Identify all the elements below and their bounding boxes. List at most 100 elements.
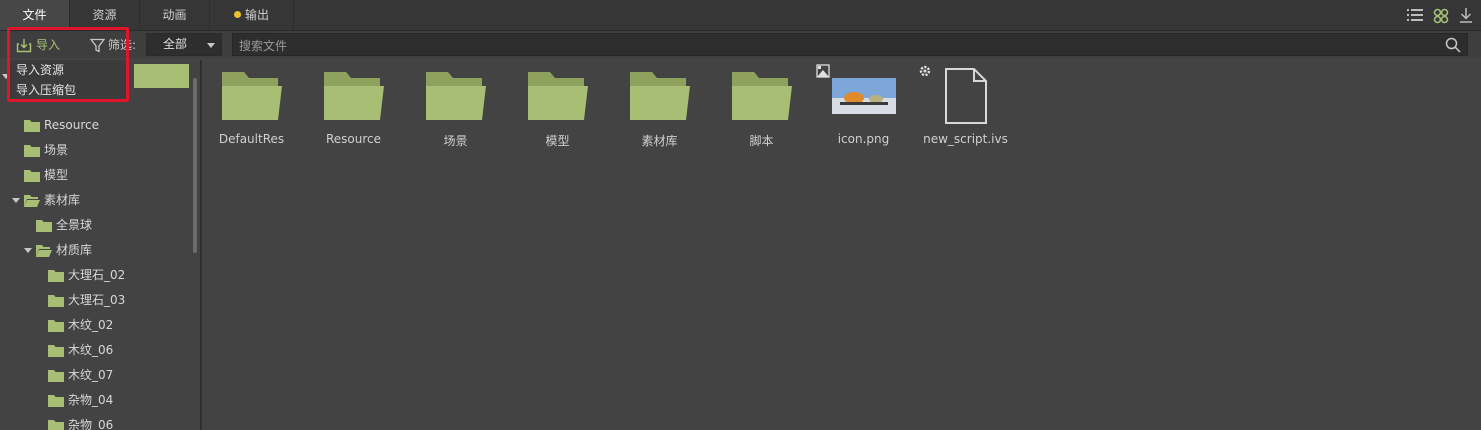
asset-folder[interactable]: DefaultRes <box>204 66 299 156</box>
tree-selected-row[interactable] <box>134 64 189 88</box>
download-icon[interactable] <box>1459 8 1473 24</box>
chevron-down-icon <box>207 43 215 48</box>
tree-node-label: 场景 <box>44 143 69 157</box>
asset-label: DefaultRes <box>218 132 285 146</box>
tree-node-label: Resource <box>44 118 100 132</box>
folder-icon <box>24 145 40 157</box>
tree-node[interactable]: 素材库 <box>12 188 80 213</box>
tree-root-expand-arrow[interactable] <box>2 74 10 79</box>
folder-icon <box>48 320 64 332</box>
expand-arrow-icon[interactable] <box>12 198 20 203</box>
asset-script[interactable]: new_script.ivs <box>918 65 1013 156</box>
tree-node-label: 木纹_02 <box>68 318 114 332</box>
folder-icon <box>48 295 64 307</box>
search-icon[interactable] <box>1445 37 1461 53</box>
asset-folder[interactable]: Resource <box>306 66 401 156</box>
image-thumbnail-icon <box>832 78 896 114</box>
filter-type-value: 全部 <box>163 37 188 51</box>
tree-node-label: 模型 <box>44 168 69 182</box>
menu-item-import-archive[interactable]: 导入压缩包 <box>10 80 126 100</box>
asset-folder[interactable]: 模型 <box>510 66 605 156</box>
tree-node[interactable]: 木纹_06 <box>48 338 113 363</box>
tree-node-label: 大理石_02 <box>68 268 126 282</box>
asset-label: Resource <box>325 132 382 146</box>
file-toolbar: 导入 筛选: 全部 <box>0 31 1481 58</box>
panel-tab-bar: 文件 资源 动画 输出 <box>0 0 1481 31</box>
tree-node-label: 材质库 <box>56 243 93 257</box>
filter-label: 筛选: <box>108 38 137 52</box>
asset-label: 脚本 <box>749 134 774 148</box>
folder-icon <box>24 170 40 182</box>
tab-resources[interactable]: 资源 <box>70 0 140 30</box>
expand-arrow-icon[interactable] <box>24 248 32 253</box>
image-type-badge-icon <box>816 64 830 78</box>
view-mode-icons <box>1407 8 1473 24</box>
asset-grid: DefaultRes Resource 场景 模型 素材库 脚本 icon.pn… <box>204 60 1481 430</box>
tree-node[interactable]: 杂物_04 <box>48 388 113 413</box>
tree-node[interactable]: 大理石_03 <box>48 288 125 313</box>
folder-icon <box>426 72 486 120</box>
folder-icon <box>24 120 40 132</box>
asset-label: new_script.ivs <box>923 132 1008 146</box>
tree-node-label: 大理石_03 <box>68 293 126 307</box>
tree-scrollbar[interactable] <box>193 78 197 253</box>
folder-icon <box>48 370 64 382</box>
folder-icon <box>48 420 64 430</box>
tab-animation[interactable]: 动画 <box>140 0 210 30</box>
import-button[interactable]: 导入 <box>16 35 60 55</box>
filter-button[interactable]: 筛选: <box>90 35 136 55</box>
import-dropdown-menu: 导入资源 导入压缩包 <box>10 60 126 100</box>
folder-icon <box>630 72 690 120</box>
tab-file[interactable]: 文件 <box>0 0 70 30</box>
asset-folder[interactable]: 场景 <box>408 66 503 156</box>
tree-node-label: 杂物_06 <box>68 418 114 430</box>
tree-node-label: 全景球 <box>56 218 93 232</box>
tree-node[interactable]: 大理石_02 <box>48 263 125 288</box>
folder-icon <box>48 395 64 407</box>
folder-icon <box>732 72 792 120</box>
filter-type-select[interactable]: 全部 <box>146 33 222 56</box>
folder-icon <box>324 72 384 120</box>
folder-open-icon <box>36 245 52 257</box>
tab-file-label: 文件 <box>22 8 47 22</box>
menu-item-import-resource[interactable]: 导入资源 <box>10 60 126 80</box>
tree-node[interactable]: 杂物_06 <box>48 413 113 430</box>
import-icon <box>16 38 32 52</box>
asset-image[interactable]: icon.png <box>816 64 911 156</box>
folder-open-icon <box>24 195 40 207</box>
asset-label: icon.png <box>837 132 890 146</box>
folder-tree: Resource 场景 模型 素材库 全景球 材质库 大理石_02 大理石_03… <box>0 60 202 430</box>
list-view-icon[interactable] <box>1407 8 1423 24</box>
tree-node-label: 木纹_07 <box>68 368 114 382</box>
tree-node[interactable]: Resource <box>24 113 99 138</box>
output-status-dot <box>233 11 241 18</box>
asset-label: 模型 <box>545 134 570 148</box>
folder-icon <box>48 345 64 357</box>
tree-node[interactable]: 材质库 <box>24 238 92 263</box>
folder-icon <box>528 72 588 120</box>
tree-node[interactable]: 全景球 <box>36 213 92 238</box>
tab-output-label: 输出 <box>244 8 269 22</box>
folder-icon <box>48 270 64 282</box>
asset-label: 素材库 <box>641 134 678 148</box>
asset-folder[interactable]: 素材库 <box>612 66 707 156</box>
tree-node[interactable]: 木纹_07 <box>48 363 113 388</box>
tree-node-label: 杂物_04 <box>68 393 114 407</box>
tab-resources-label: 资源 <box>92 8 117 22</box>
tree-node[interactable]: 木纹_02 <box>48 313 113 338</box>
filter-icon <box>90 38 105 53</box>
search-box <box>232 33 1468 57</box>
tree-node[interactable]: 场景 <box>24 138 68 163</box>
folder-icon <box>36 220 52 232</box>
import-button-label: 导入 <box>36 38 61 52</box>
tab-output[interactable]: 输出 <box>210 0 294 30</box>
asset-folder[interactable]: 脚本 <box>714 66 809 156</box>
grid-view-icon[interactable] <box>1433 8 1449 24</box>
tree-node[interactable]: 模型 <box>24 163 68 188</box>
search-input[interactable] <box>233 34 1441 57</box>
tree-node-label: 木纹_06 <box>68 343 114 357</box>
script-type-badge-icon <box>919 65 931 77</box>
folder-icon <box>222 72 282 120</box>
tree-node-label: 素材库 <box>44 193 81 207</box>
file-document-icon <box>945 68 987 124</box>
